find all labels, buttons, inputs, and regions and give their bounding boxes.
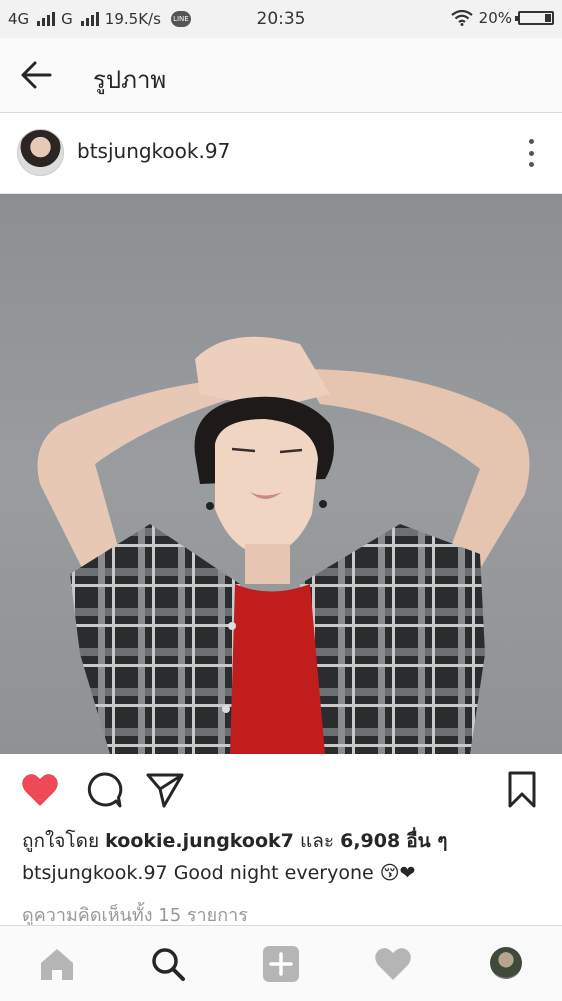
likes-line: ถูกใจโดย kookie.jungkook7 และ 6,908 อื่น… — [22, 826, 448, 856]
activity-heart-icon[interactable] — [373, 944, 413, 984]
caption-text: Good night everyone 😚❤ — [173, 862, 416, 884]
post-header: btsjungkook.97 — [0, 113, 562, 194]
photo-illustration — [37, 336, 530, 754]
profile-avatar[interactable] — [490, 947, 522, 979]
bookmark-icon[interactable] — [502, 770, 542, 810]
heart-filled-icon[interactable] — [20, 770, 60, 810]
status-right: 20% — [450, 9, 554, 27]
send-icon[interactable] — [145, 770, 185, 810]
page-title: รูปภาพ — [93, 66, 167, 94]
comment-icon[interactable] — [84, 770, 124, 810]
battery-percent: 20% — [478, 9, 512, 27]
wifi-icon — [450, 10, 473, 26]
likes-suffix[interactable]: อื่น ๆ — [406, 830, 447, 852]
battery-icon — [515, 11, 554, 25]
add-post-icon[interactable] — [261, 944, 301, 984]
bottom-nav — [0, 925, 562, 1001]
post-username[interactable]: btsjungkook.97 — [77, 139, 230, 163]
home-icon[interactable] — [37, 944, 77, 984]
caption: btsjungkook.97 Good night everyone 😚❤ — [22, 862, 415, 884]
arrow-left-icon[interactable] — [20, 60, 52, 90]
app-bar: รูปภาพ — [0, 38, 562, 113]
more-vertical-icon[interactable] — [528, 139, 534, 167]
avatar[interactable] — [17, 129, 64, 176]
post-photo[interactable] — [0, 194, 562, 754]
status-bar: 4G G 19.5K/s LINE 20:35 20% — [0, 0, 562, 38]
likes-middle: และ — [299, 830, 335, 852]
likes-count[interactable]: 6,908 — [340, 830, 400, 852]
caption-username[interactable]: btsjungkook.97 — [22, 862, 168, 884]
search-icon[interactable] — [148, 944, 188, 984]
post-actions — [0, 770, 562, 814]
likes-user[interactable]: kookie.jungkook7 — [105, 830, 294, 852]
likes-prefix: ถูกใจโดย — [22, 830, 100, 852]
